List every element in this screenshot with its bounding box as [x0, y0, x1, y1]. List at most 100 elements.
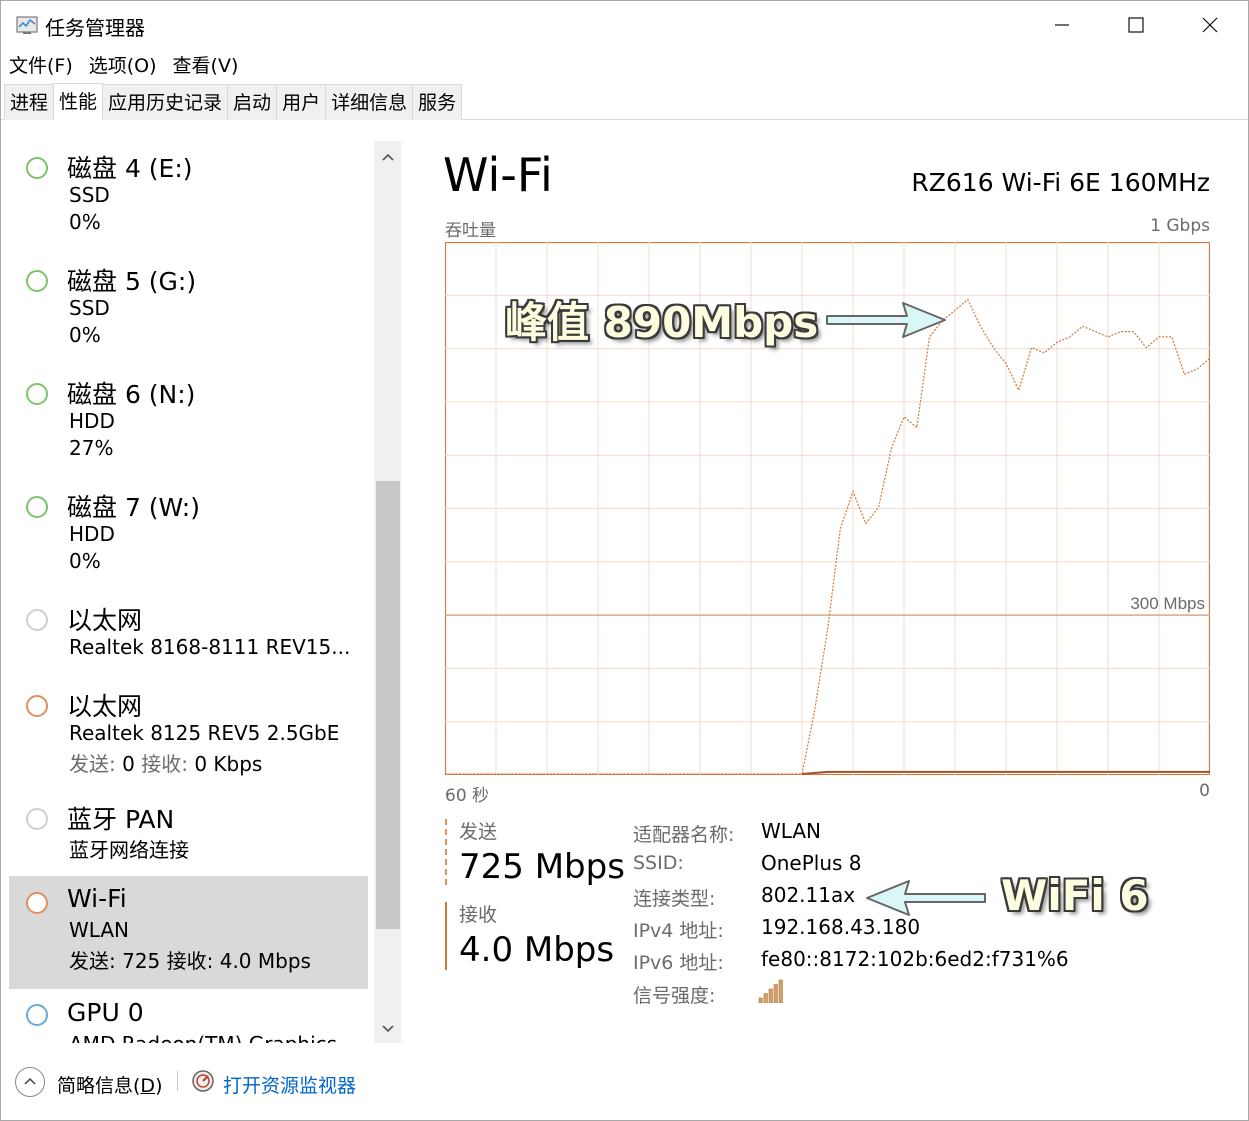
receive-label: 接收 [459, 904, 498, 926]
sidebar-item-adapter: 蓝牙网络连接 [69, 838, 189, 862]
ssid-label: SSID: [633, 852, 684, 874]
receive-value: 4.0 Mbps [459, 930, 615, 970]
sidebar-item-usage: 27% [69, 436, 114, 460]
tab-details[interactable]: 详细信息 [325, 84, 414, 120]
sidebar-item-disk-5[interactable]: 磁盘 5 (G:) SSD 0% [9, 254, 368, 364]
send-label: 发送 [459, 821, 498, 843]
ipv6-label: IPv6 地址: [633, 952, 724, 974]
status-circle-icon [26, 609, 48, 631]
sidebar-item-name: 以太网 [67, 606, 143, 635]
status-circle-icon [26, 695, 48, 717]
sidebar-item-ethernet-1[interactable]: 以太网 Realtek 8168-8111 REV15... [9, 593, 368, 677]
sidebar-item-name: 磁盘 5 (G:) [67, 267, 197, 296]
wifi6-annotation: WiFi 6 [1001, 871, 1149, 920]
recv-value: 0 Kbps [194, 752, 263, 776]
status-circle-icon [26, 892, 48, 914]
sidebar-item-disk-4[interactable]: 磁盘 4 (E:) SSD 0% [9, 141, 368, 251]
sidebar-item-name: Wi-Fi [67, 884, 127, 913]
tab-startup[interactable]: 启动 [227, 84, 278, 120]
signal-bar [763, 993, 768, 1003]
window-title: 任务管理器 [45, 16, 145, 40]
signal-bar [778, 979, 783, 1003]
sidebar-item-adapter: Realtek 8168-8111 REV15... [69, 635, 351, 659]
status-circle-icon [26, 383, 48, 405]
chevron-up-icon [24, 1077, 36, 1085]
peak-annotation: 峰值 890Mbps [505, 298, 819, 347]
sidebar-item-type: SSD [69, 183, 110, 207]
menu-bar: 文件(F) 选项(O) 查看(V) [1, 51, 246, 81]
time-axis-start: 60 秒 [445, 786, 490, 806]
footer-divider [177, 1071, 178, 1091]
chevron-up-icon[interactable] [379, 149, 397, 167]
status-circle-icon [26, 270, 48, 292]
sidebar-item-type: HDD [69, 522, 115, 546]
send-metric: 发送 725 Mbps [445, 819, 625, 887]
sidebar-item-rate: 发送: 0 接收: 0 Kbps [69, 748, 262, 777]
adapter-model: RZ616 Wi-Fi 6E 160MHz [911, 168, 1210, 197]
ipv4-label: IPv4 地址: [633, 920, 724, 942]
title-bar: 任务管理器 [1, 1, 1248, 49]
minimize-button[interactable] [1025, 1, 1099, 49]
send-value: 725 Mbps [459, 847, 625, 887]
status-circle-icon [26, 808, 48, 830]
open-resource-monitor-link[interactable]: 打开资源监视器 [223, 1071, 356, 1098]
adapter-name-value: WLAN [761, 819, 822, 843]
tab-users[interactable]: 用户 [276, 84, 327, 120]
close-button[interactable] [1173, 1, 1247, 49]
max-scale-label: 1 Gbps [1150, 216, 1210, 236]
fewer-details-link[interactable]: 简略信息(D) [57, 1071, 162, 1098]
sidebar-item-ethernet-2[interactable]: 以太网 Realtek 8125 REV5 2.5GbE 发送: 0 接收: 0… [9, 679, 368, 789]
sidebar-item-wifi[interactable]: Wi-Fi WLAN 发送: 725 接收: 4.0 Mbps [9, 876, 368, 989]
sidebar-item-name: 磁盘 4 (E:) [67, 154, 193, 183]
tab-services[interactable]: 服务 [412, 84, 463, 120]
recv-label: 接收: [141, 752, 188, 776]
sidebar-item-rate: 发送: 725 接收: 4.0 Mbps [69, 949, 311, 973]
fewer-details-button[interactable] [15, 1067, 45, 1097]
tab-performance[interactable]: 性能 [53, 83, 104, 120]
sidebar-item-usage: 0% [69, 549, 101, 573]
sidebar-item-usage: 0% [69, 210, 101, 234]
maximize-button[interactable] [1099, 1, 1173, 49]
connection-type-value: 802.11ax [761, 883, 856, 907]
arrow-left-icon [866, 880, 986, 916]
sidebar-item-name: 磁盘 6 (N:) [67, 380, 196, 409]
menu-file[interactable]: 文件(F) [1, 51, 81, 81]
signal-strength-icon [758, 979, 783, 1003]
receive-metric: 接收 4.0 Mbps [445, 902, 614, 970]
sidebar-item-adapter: WLAN [69, 918, 130, 942]
menu-options[interactable]: 选项(O) [81, 51, 165, 81]
sidebar-item-disk-7[interactable]: 磁盘 7 (W:) HDD 0% [9, 480, 368, 590]
task-manager-window: 任务管理器 文件(F) 选项(O) 查看(V) 进程 性能 应用历史记录 启动 … [0, 0, 1249, 1121]
sidebar-item-bluetooth-pan[interactable]: 蓝牙 PAN 蓝牙网络连接 [9, 792, 368, 876]
tab-processes[interactable]: 进程 [4, 84, 55, 120]
ipv6-value: fe80::8172:102b:6ed2:f731%6 [761, 947, 1069, 971]
task-manager-icon [16, 16, 38, 34]
sidebar-scrollbar[interactable] [374, 141, 401, 1043]
arrow-right-icon [826, 302, 946, 338]
signal-strength-label: 信号强度: [633, 985, 716, 1007]
sidebar-item-adapter: AMD Radeon(TM) Graphics [69, 1032, 337, 1043]
tab-app-history[interactable]: 应用历史记录 [102, 84, 229, 120]
connection-type-label: 连接类型: [633, 888, 716, 910]
sidebar-item-type: SSD [69, 296, 110, 320]
sidebar-item-name: 磁盘 7 (W:) [67, 493, 200, 522]
minimize-icon [1055, 24, 1069, 26]
status-circle-icon [26, 1004, 48, 1026]
maximize-icon [1128, 17, 1144, 33]
send-value: 0 [122, 752, 135, 776]
status-circle-icon [26, 496, 48, 518]
page-title: Wi-Fi [443, 148, 553, 202]
signal-bar [758, 997, 763, 1003]
sidebar-item-disk-6[interactable]: 磁盘 6 (N:) HDD 27% [9, 367, 368, 477]
scrollbar-thumb[interactable] [376, 481, 400, 929]
resource-sidebar: 磁盘 4 (E:) SSD 0% 磁盘 5 (G:) SSD 0% 磁盘 6 (… [1, 141, 401, 1043]
scale-line-label: 300 Mbps [1130, 594, 1205, 613]
sidebar-item-gpu-0[interactable]: GPU 0 AMD Radeon(TM) Graphics [9, 993, 368, 1043]
signal-bar [768, 988, 773, 1003]
time-axis-end: 0 [1199, 781, 1210, 801]
close-icon [1202, 17, 1218, 33]
tab-bar: 进程 性能 应用历史记录 启动 用户 详细信息 服务 [1, 83, 1248, 120]
resource-monitor-icon [192, 1070, 214, 1092]
menu-view[interactable]: 查看(V) [165, 51, 247, 81]
chevron-down-icon[interactable] [379, 1019, 397, 1037]
